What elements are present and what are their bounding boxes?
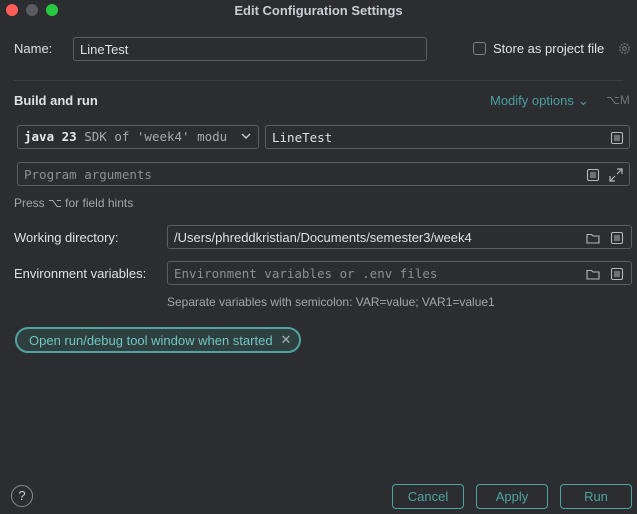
sdk-select[interactable]: java 23 SDK of 'week4' modu [17, 125, 259, 149]
browse-list-icon[interactable] [609, 130, 625, 146]
window-title: Edit Configuration Settings [234, 3, 403, 18]
folder-icon[interactable] [585, 266, 601, 282]
name-input[interactable] [74, 38, 426, 60]
store-as-project-checkbox[interactable] [473, 42, 486, 55]
working-directory-input[interactable] [168, 226, 631, 248]
browse-list-icon[interactable] [609, 266, 625, 282]
sdk-description: SDK of 'week4' modu [84, 129, 228, 144]
sdk-version: java 23 [24, 129, 77, 144]
main-class-field[interactable] [265, 125, 630, 149]
help-button[interactable]: ? [11, 485, 33, 507]
folder-icon[interactable] [585, 230, 601, 246]
modify-options-shortcut: ⌥M [606, 93, 630, 107]
run-button[interactable]: Run [560, 484, 632, 509]
modify-options-link[interactable]: Modify options ⌄ [490, 93, 589, 109]
expand-icon[interactable] [608, 167, 624, 183]
apply-button[interactable]: Apply [476, 484, 548, 509]
close-icon[interactable]: ✕ [281, 332, 292, 348]
environment-variables-hint: Separate variables with semicolon: VAR=v… [167, 295, 495, 309]
environment-variables-input[interactable] [168, 262, 631, 284]
chevron-down-icon [241, 133, 251, 139]
store-as-project-label: Store as project file [493, 41, 605, 56]
program-arguments-field[interactable] [17, 162, 630, 186]
environment-variables-label: Environment variables: [14, 266, 147, 281]
name-field[interactable] [73, 37, 427, 61]
browse-list-icon[interactable] [585, 167, 601, 183]
open-tool-window-label: Open run/debug tool window when started [29, 332, 273, 348]
build-and-run-title: Build and run [14, 93, 98, 108]
working-directory-label: Working directory: [14, 230, 119, 245]
working-directory-field[interactable] [167, 225, 632, 249]
cancel-button[interactable]: Cancel [392, 484, 464, 509]
modify-options-label: Modify options [490, 93, 574, 108]
separator [14, 80, 623, 81]
title-bar: Edit Configuration Settings [0, 0, 637, 22]
browse-list-icon[interactable] [609, 230, 625, 246]
chevron-down-icon: ⌄ [577, 93, 589, 108]
open-tool-window-option-chip[interactable]: Open run/debug tool window when started … [15, 327, 302, 353]
gear-icon[interactable] [617, 41, 632, 56]
environment-variables-field[interactable] [167, 261, 632, 285]
field-hints-text: Press ⌥ for field hints [14, 196, 134, 210]
name-label: Name: [14, 41, 53, 56]
main-class-input[interactable] [266, 126, 629, 148]
program-arguments-input[interactable] [18, 163, 629, 185]
